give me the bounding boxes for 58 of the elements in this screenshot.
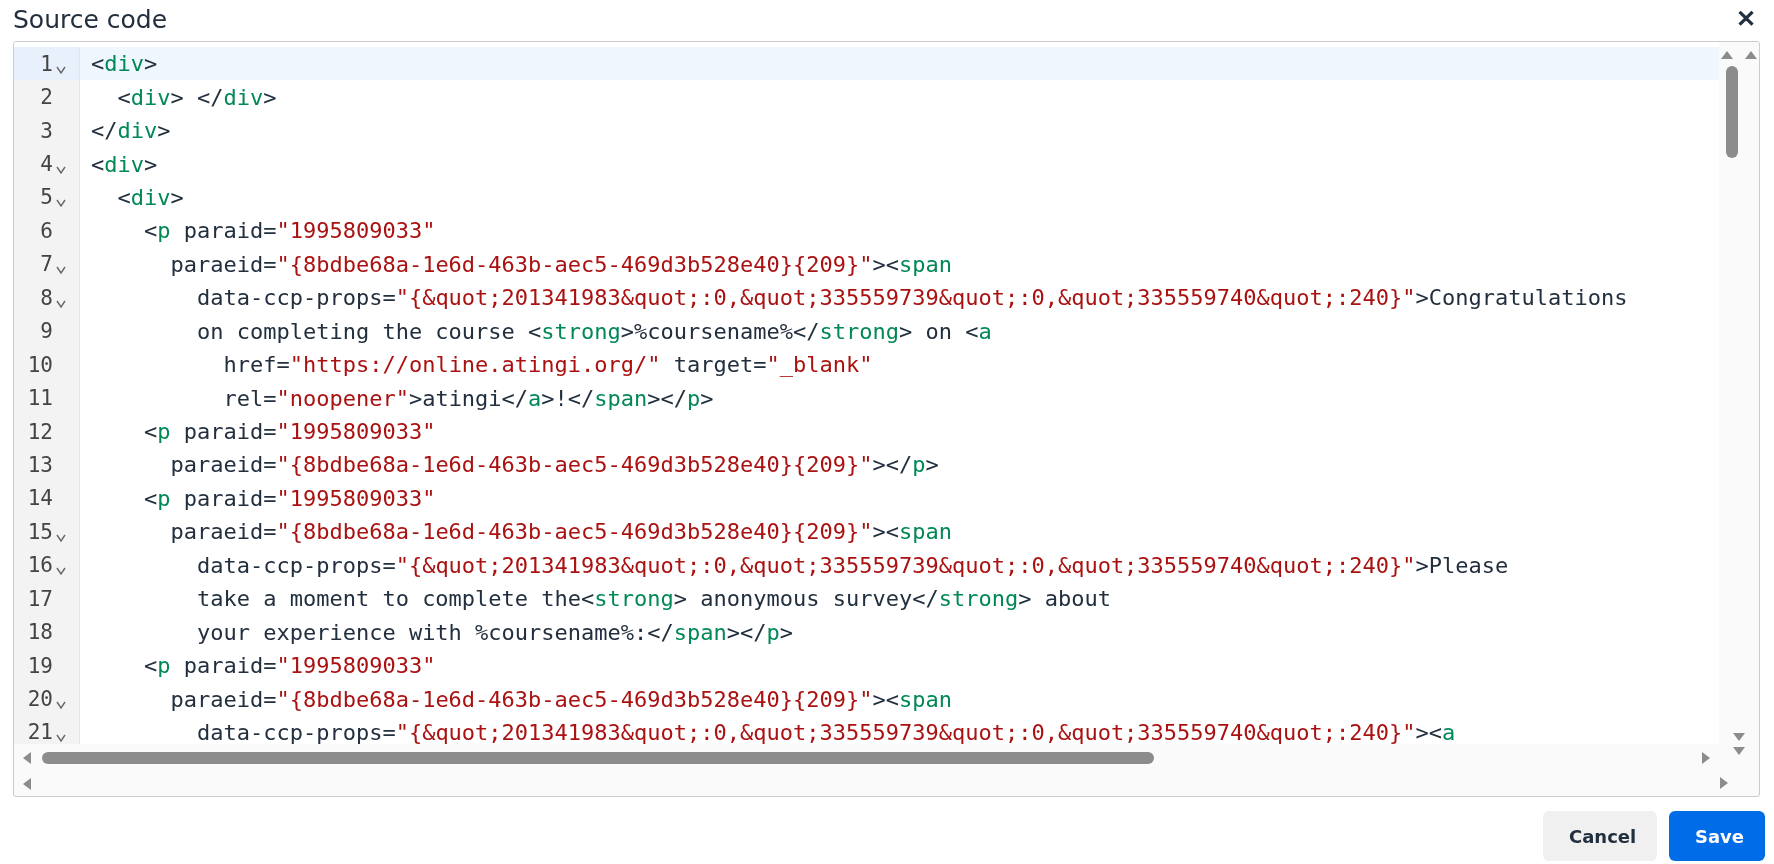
line-number: 14 bbox=[27, 486, 53, 511]
vertical-scrollbar-thumb[interactable] bbox=[1726, 66, 1738, 158]
fold-chevron-icon[interactable] bbox=[55, 64, 67, 75]
code-text: <div> bbox=[90, 151, 158, 177]
code-text: paraeid="{8bdbe68a-1e6d-463b-aec5-469d3b528e40}{209}"><span bbox=[169, 519, 952, 545]
code-text: rel="noopener">atingi</a>!</span></p> bbox=[222, 385, 714, 411]
code-text: <p paraid="1995809033" bbox=[142, 218, 436, 244]
line-number: 7 bbox=[40, 252, 53, 277]
line-number: 9 bbox=[40, 319, 53, 344]
fold-chevron-icon[interactable] bbox=[55, 198, 67, 209]
code-text: <div> bbox=[116, 184, 184, 210]
fold-chevron-icon[interactable] bbox=[55, 733, 67, 744]
line-number: 3 bbox=[40, 118, 53, 143]
code-text: <div> bbox=[90, 51, 158, 77]
line-number: 2 bbox=[40, 85, 53, 110]
code-editor[interactable] bbox=[13, 41, 1760, 797]
save-button[interactable]: Save bbox=[1669, 811, 1765, 861]
line-number: 10 bbox=[27, 352, 53, 377]
code-text: href="https://online.atingi.org/" target="_blank" bbox=[222, 352, 873, 378]
code-text: on completing the course <strong>%coursename%</strong> on <a bbox=[195, 318, 992, 344]
dialog-title: Source code bbox=[13, 4, 168, 34]
code-text: <p paraid="1995809033" bbox=[142, 653, 436, 679]
fold-chevron-icon[interactable] bbox=[55, 165, 67, 176]
code-text: data-ccp-props="{&quot;201341983&quot;:0,&quot;335559739&quot;:0,&quot;335559740&quot;:240}">Congratulations bbox=[195, 285, 1628, 311]
fold-chevron-icon[interactable] bbox=[55, 532, 67, 543]
code-text: paraeid="{8bdbe68a-1e6d-463b-aec5-469d3b528e40}{209}"></p> bbox=[169, 452, 939, 478]
code-text: paraeid="{8bdbe68a-1e6d-463b-aec5-469d3b528e40}{209}"><span bbox=[169, 686, 952, 712]
code-text: data-ccp-props="{&quot;201341983&quot;:0,&quot;335559739&quot;:0,&quot;335559740&quot;:240}"><a bbox=[195, 719, 1456, 744]
code-text: <div> </div> bbox=[116, 84, 277, 110]
line-number: 18 bbox=[27, 620, 53, 645]
line-number: 15 bbox=[27, 519, 53, 544]
line-number: 16 bbox=[27, 553, 53, 578]
code-text: take a moment to complete the<strong> anonymous survey</strong> about bbox=[195, 586, 1111, 612]
fold-chevron-icon[interactable] bbox=[55, 700, 67, 711]
fold-chevron-icon[interactable] bbox=[55, 566, 67, 577]
line-number: 5 bbox=[40, 185, 53, 210]
line-number: 12 bbox=[27, 419, 53, 444]
line-number: 13 bbox=[27, 452, 53, 477]
line-number: 20 bbox=[27, 687, 53, 712]
cancel-button[interactable]: Cancel bbox=[1543, 811, 1657, 861]
line-number: 1 bbox=[40, 51, 53, 76]
code-text: <p paraid="1995809033" bbox=[142, 485, 436, 511]
line-number: 17 bbox=[27, 586, 53, 611]
line-number: 6 bbox=[40, 218, 53, 243]
line-number: 4 bbox=[40, 152, 53, 177]
code-text: paraeid="{8bdbe68a-1e6d-463b-aec5-469d3b528e40}{209}"><span bbox=[169, 251, 952, 277]
code-text: <p paraid="1995809033" bbox=[142, 419, 436, 445]
code-text: </div> bbox=[90, 118, 171, 144]
fold-chevron-icon[interactable] bbox=[55, 265, 67, 276]
line-number: 21 bbox=[27, 720, 53, 744]
line-number: 8 bbox=[40, 285, 53, 310]
code-text: data-ccp-props="{&quot;201341983&quot;:0,&quot;335559739&quot;:0,&quot;335559740&quot;:240}">Please bbox=[195, 552, 1509, 578]
line-number: 19 bbox=[27, 653, 53, 678]
close-button[interactable]: ✕ bbox=[1732, 5, 1760, 33]
fold-chevron-icon[interactable] bbox=[55, 298, 67, 309]
horizontal-scrollbar-thumb[interactable] bbox=[42, 752, 1154, 764]
line-number: 11 bbox=[27, 386, 53, 411]
code-text: your experience with %coursename%:</span></p> bbox=[195, 619, 794, 645]
